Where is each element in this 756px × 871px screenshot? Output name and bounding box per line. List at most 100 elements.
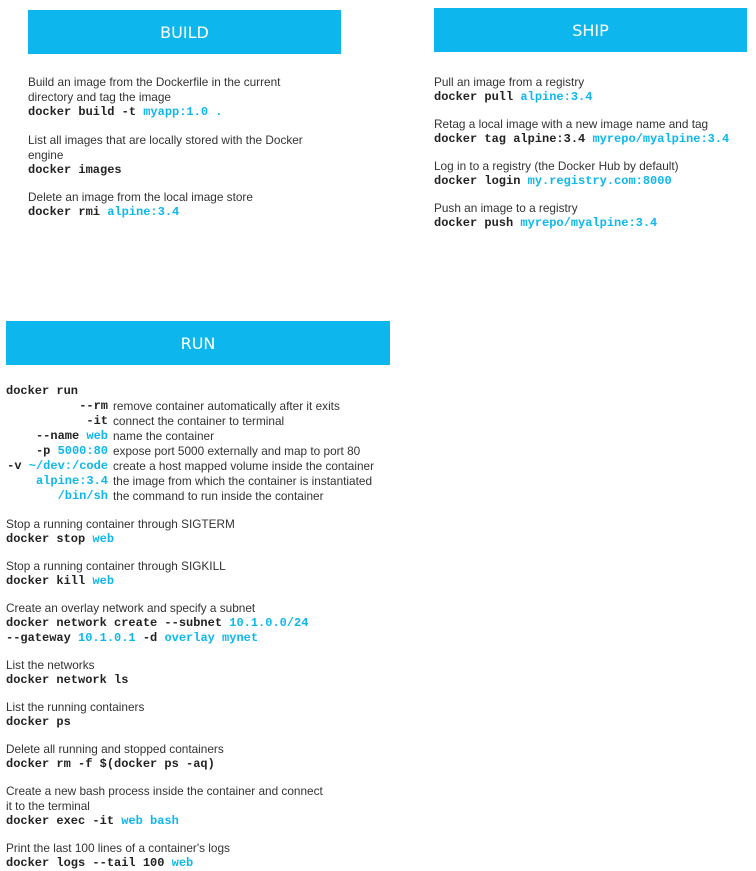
command-arg: 10.1.0.1 (78, 631, 136, 645)
build-item-command: docker images (28, 163, 303, 178)
flag-value: /bin/sh (57, 489, 108, 503)
option-desc: name the container (113, 429, 214, 443)
build-item-command: docker build -t myapp:1.0 . (28, 105, 280, 120)
build-header: BUILD (28, 10, 341, 54)
command-text: docker ps (6, 715, 71, 729)
command-text: docker exec -it (6, 814, 122, 828)
command-arg: overlay mynet (164, 631, 259, 645)
run-item: List the networks docker network ls (6, 658, 128, 688)
run-item-desc: List the networks (6, 658, 95, 672)
run-item-desc: Print the last 100 lines of a container'… (6, 841, 230, 855)
command-arg: web (171, 856, 194, 870)
run-option: /bin/sh the command to run inside the co… (6, 489, 324, 504)
ship-item-desc: Log in to a registry (the Docker Hub by … (434, 159, 679, 173)
build-item: List all images that are locally stored … (28, 133, 303, 178)
command-text: docker images (28, 163, 122, 177)
option-desc: expose port 5000 externally and map to p… (113, 444, 361, 458)
ship-item-command: docker push myrepo/myalpine:3.4 (434, 216, 657, 231)
option-flag: alpine:3.4 (36, 474, 108, 489)
flag-text: -v (7, 459, 29, 473)
command-text: docker build -t (28, 105, 144, 119)
run-item: Stop a running container through SIGTERM… (6, 517, 235, 547)
option-desc: the command to run inside the container (113, 489, 324, 503)
run-item-desc: Create an overlay network and specify a … (6, 601, 256, 615)
flag-value: alpine:3.4 (35, 474, 108, 488)
run-item: Stop a running container through SIGKILL… (6, 559, 226, 589)
ship-item-desc: Retag a local image with a new image nam… (434, 117, 709, 131)
flag-value: web (86, 429, 108, 443)
run-item-desc: Stop a running container through SIGTERM (6, 517, 235, 531)
build-title: BUILD (160, 22, 209, 42)
option-flag: --name web (36, 429, 108, 444)
ship-header: SHIP (434, 8, 747, 52)
run-item-desc: Stop a running container through SIGKILL (6, 559, 226, 573)
run-item: Create a new bash process inside the con… (6, 784, 323, 829)
ship-item: Log in to a registry (the Docker Hub by … (434, 159, 679, 189)
command-text: docker network ls (6, 673, 129, 687)
run-item-command: --gateway 10.1.0.1 -d overlay mynet (6, 631, 308, 646)
run-item: Create an overlay network and specify a … (6, 601, 308, 646)
run-item: Print the last 100 lines of a container'… (6, 841, 230, 871)
flag-text: --rm (79, 399, 108, 413)
option-flag: -p 5000:80 (36, 444, 108, 459)
run-item-command: docker network create --subnet 10.1.0.0/… (6, 616, 308, 631)
docker-run-command: docker run (6, 384, 79, 398)
run-item: List the running containers docker ps (6, 700, 144, 730)
flag-value: ~/dev:/code (28, 459, 108, 473)
command-text: docker pull (434, 90, 521, 104)
option-flag: /bin/sh (58, 489, 108, 504)
command-arg: 10.1.0.0/24 (229, 616, 309, 630)
ship-item-command: docker pull alpine:3.4 (434, 90, 592, 105)
run-item-command: docker stop web (6, 532, 235, 547)
build-item-desc: directory and tag the image (28, 90, 171, 104)
command-text: docker stop (6, 532, 93, 546)
run-item-command: docker exec -it web bash (6, 814, 323, 829)
ship-item: Push an image to a registry docker push … (434, 201, 657, 231)
command-arg: myrepo/myalpine:3.4 (520, 216, 658, 230)
flag-text: -p (35, 444, 58, 458)
run-item-command: docker ps (6, 715, 144, 730)
build-item-desc: engine (28, 148, 64, 162)
command-text: docker login (434, 174, 528, 188)
run-item-command: docker network ls (6, 673, 128, 688)
command-text: -d (135, 631, 165, 645)
run-option: -it connect the container to terminal (6, 414, 284, 429)
flag-text: -it (86, 414, 108, 428)
run-item-command: docker rm -f $(docker ps -aq) (6, 757, 224, 772)
run-item-command: docker logs --tail 100 web (6, 856, 230, 871)
run-option: alpine:3.4 the image from which the cont… (6, 474, 372, 489)
ship-item-command: docker tag alpine:3.4 myrepo/myalpine:3.… (434, 132, 729, 147)
command-arg: myrepo/myalpine:3.4 (592, 132, 730, 146)
command-text: docker logs --tail 100 (6, 856, 172, 870)
command-text: docker network create --subnet (6, 616, 230, 630)
run-header: RUN (6, 321, 390, 365)
command-text: docker kill (6, 574, 93, 588)
build-item-command: docker rmi alpine:3.4 (28, 205, 253, 220)
build-item-desc: Delete an image from the local image sto… (28, 190, 253, 204)
run-option: --rm remove container automatically afte… (6, 399, 340, 414)
option-desc: connect the container to terminal (113, 414, 285, 428)
command-arg: myapp:1.0 . (143, 105, 223, 119)
run-item-command: docker kill web (6, 574, 226, 589)
option-desc: remove container automatically after it … (113, 399, 340, 413)
command-arg: web bash (121, 814, 179, 828)
run-option: -p 5000:80 expose port 5000 externally a… (6, 444, 360, 459)
command-text: docker tag alpine:3.4 (434, 132, 593, 146)
run-item-desc: List the running containers (6, 700, 145, 714)
build-item: Delete an image from the local image sto… (28, 190, 253, 220)
option-flag: --rm (79, 399, 108, 414)
command-arg: web (92, 574, 115, 588)
command-arg: alpine:3.4 (520, 90, 593, 104)
ship-item-command: docker login my.registry.com:8000 (434, 174, 679, 189)
run-item-desc: Create a new bash process inside the con… (6, 784, 323, 798)
run-item-desc: Delete all running and stopped container… (6, 742, 224, 756)
ship-item: Retag a local image with a new image nam… (434, 117, 729, 147)
ship-item: Pull an image from a registry docker pul… (434, 75, 592, 105)
command-arg: web (92, 532, 115, 546)
flag-value: 5000:80 (57, 444, 108, 458)
build-item: Build an image from the Dockerfile in th… (28, 75, 280, 120)
option-flag: -v ~/dev:/code (7, 459, 108, 474)
command-arg: my.registry.com:8000 (527, 174, 672, 188)
run-title: RUN (180, 333, 216, 353)
build-item-desc: List all images that are locally stored … (28, 133, 303, 147)
